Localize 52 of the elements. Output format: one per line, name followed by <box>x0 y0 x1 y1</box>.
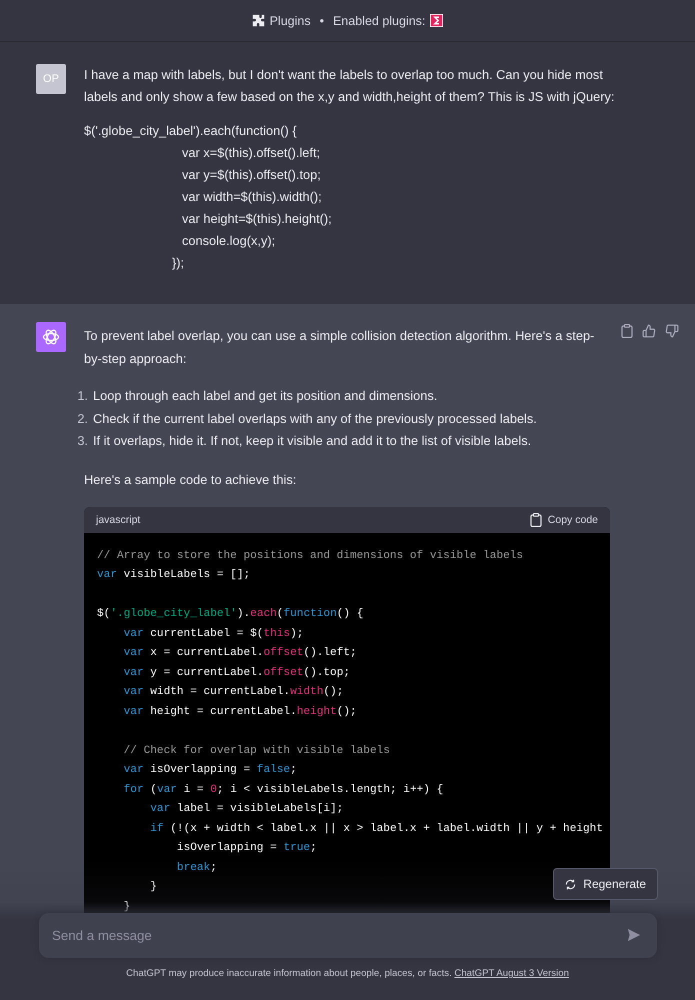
list-item-text: If it overlaps, hide it. If not, keep it visible and add it to the list of visible labels. <box>93 432 532 450</box>
code-line: }); <box>172 255 184 270</box>
language-label: javascript <box>96 514 140 526</box>
code-line: var width = currentLabel.width(); <box>124 686 344 698</box>
code-line: var visibleLabels = []; <box>97 569 250 581</box>
code-line: for (var i = 0; i < visibleLabels.length; i++) { <box>124 784 444 796</box>
version-link[interactable]: ChatGPT August 3 Version <box>454 968 569 979</box>
code-line: } <box>124 900 130 912</box>
code-line: var label = visibleLabels[i]; <box>150 803 344 815</box>
message-input[interactable]: Send a message <box>39 913 657 958</box>
code-line: var y=$(this).offset().top; <box>182 167 321 182</box>
code-line: var x=$(this).offset().left; <box>182 145 320 160</box>
refresh-icon <box>565 878 576 890</box>
user-avatar: OP <box>36 64 66 94</box>
code-line: var width=$(this).width(); <box>182 189 322 204</box>
code-line: var isOverlapping = false; <box>124 764 297 776</box>
code-line: break; <box>176 862 217 874</box>
code-line: if (!(x + width < label.x || x > label.x + label.width || y + height <box>150 822 603 834</box>
code-line: var height=$(this).height(); <box>182 211 332 226</box>
disclaimer-text: ChatGPT may produce inaccurate information about people, places, or facts. ChatGPT August 3 Version <box>125 968 570 979</box>
list-number: 3. <box>76 432 88 450</box>
send-icon[interactable] <box>627 928 641 942</box>
code-line: // Array to store the positions and dimensions of visible labels <box>97 550 524 562</box>
code-line: var y = currentLabel.offset().top; <box>124 666 350 678</box>
clipboard-icon <box>530 512 542 526</box>
separator: • <box>320 14 324 28</box>
message-text: To prevent label overlap, you can use a simple collision detection algorithm. Here's a step-by-step approach: <box>84 327 596 368</box>
code-line: var height = currentLabel.height(); <box>124 706 357 718</box>
thumbs-down-icon[interactable] <box>665 324 679 338</box>
code-line: console.log(x,y); <box>182 233 276 248</box>
list-number: 2. <box>76 410 88 428</box>
list-item-text: Loop through each label and get its position and dimensions. <box>93 387 438 405</box>
assistant-avatar <box>36 322 66 352</box>
message-text: I have a map with labels, but I don't want the labels to overlap too much. Can you hide most labels and only show a few based on the x,y and width,height of them? This is JS with jQuery: <box>84 66 616 106</box>
enabled-plugins-label: Enabled plugins: <box>332 14 426 28</box>
code-line: $('.globe_city_label').each(function() { <box>97 608 364 620</box>
puzzle-icon <box>252 14 265 27</box>
code-line: $('.globe_city_label').each(function() { <box>84 123 297 138</box>
message-text: Here's a sample code to achieve this: <box>84 470 298 489</box>
code-line: var x = currentLabel.offset().left; <box>124 647 357 659</box>
plugins-label: Plugins <box>270 14 311 28</box>
list-number: 1. <box>76 387 88 405</box>
clipboard-icon[interactable] <box>621 324 633 338</box>
code-line: isOverlapping = true; <box>176 842 317 854</box>
code-line: var currentLabel = $(this); <box>124 628 304 640</box>
list-item-text: Check if the current label overlaps with any of the previously processed labels. <box>93 410 537 428</box>
copy-code-button[interactable]: Copy code <box>530 512 598 526</box>
regenerate-button[interactable]: Regenerate <box>553 868 658 900</box>
code-line: } <box>150 881 157 893</box>
plugin-logo-icon[interactable] <box>430 14 444 27</box>
code-line: // Check for overlap with visible labels <box>124 744 390 756</box>
thumbs-up-icon[interactable] <box>642 324 656 338</box>
